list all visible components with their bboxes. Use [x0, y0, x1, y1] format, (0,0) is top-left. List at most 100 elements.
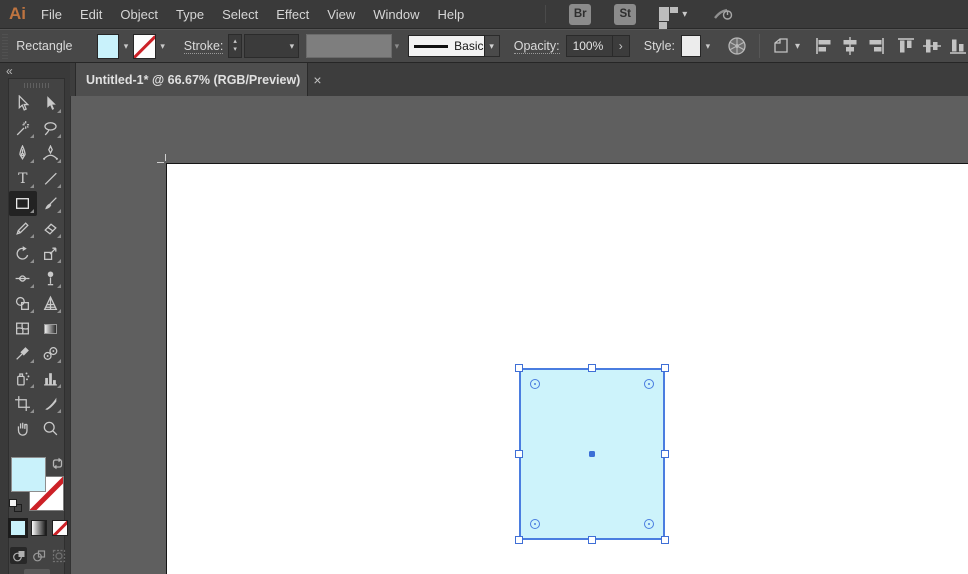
tool-type[interactable]: T [9, 166, 37, 191]
handle-bottom-left[interactable] [515, 536, 523, 544]
tool-scale[interactable] [37, 241, 65, 266]
control-bar-grip[interactable] [2, 33, 9, 59]
tool-shape-builder[interactable] [9, 291, 37, 316]
draw-normal-button[interactable] [10, 547, 27, 564]
tab-close-icon[interactable]: × [313, 72, 321, 88]
draw-behind-button[interactable] [30, 547, 47, 564]
stroke-chevron-down-icon[interactable]: ▾ [156, 41, 170, 52]
corner-radius-widget[interactable] [644, 379, 654, 389]
tool-width[interactable] [9, 266, 37, 291]
tool-eyedropper[interactable] [9, 341, 37, 366]
tool-paintbrush[interactable] [37, 191, 65, 216]
menu-help[interactable]: Help [428, 0, 473, 29]
style-chevron-down-icon[interactable]: ▾ [701, 41, 715, 52]
selected-rectangle[interactable] [515, 364, 669, 544]
stepper-up-icon[interactable]: ▴ [233, 38, 237, 46]
brush-definition-dropdown[interactable]: Basic [408, 35, 485, 57]
handle-middle-left[interactable] [515, 450, 523, 458]
gpu-performance-icon[interactable] [713, 5, 733, 23]
tools-panel-grip[interactable] [23, 83, 50, 88]
tool-rotate[interactable] [9, 241, 37, 266]
tool-slice[interactable] [37, 391, 65, 416]
handle-top-left[interactable] [515, 364, 523, 372]
opacity-flyout-icon[interactable]: › [611, 36, 629, 56]
align-vcenter-icon[interactable] [922, 36, 942, 56]
none-mode-button[interactable] [52, 520, 68, 536]
tool-column-graph[interactable] [37, 366, 65, 391]
workspace-layout-icon[interactable] [659, 7, 679, 29]
align-right-icon[interactable] [866, 36, 886, 56]
draw-inside-button[interactable] [50, 547, 67, 564]
default-fill-stroke-icon[interactable] [9, 499, 22, 512]
handle-top-center[interactable] [588, 364, 596, 372]
swap-fill-stroke-icon[interactable] [51, 457, 64, 475]
canvas-pasteboard[interactable] [70, 96, 968, 574]
tool-pencil[interactable] [9, 216, 37, 241]
menu-effect[interactable]: Effect [267, 0, 318, 29]
workspace-chevron-down-icon[interactable]: ▾ [682, 9, 687, 20]
stock-button[interactable]: St [614, 3, 637, 25]
corner-radius-widget[interactable] [530, 379, 540, 389]
tool-curvature[interactable] [37, 141, 65, 166]
shape-menu-chevron-icon[interactable]: ▾ [795, 41, 800, 52]
tool-selection[interactable] [9, 91, 37, 116]
illustrator-window: Ai File Edit Object Type Select Effect V… [0, 0, 968, 574]
tool-eraser[interactable] [37, 216, 65, 241]
opacity-field[interactable]: 100% › [565, 35, 630, 57]
opacity-value[interactable]: 100% [567, 39, 612, 53]
color-mode-button[interactable] [10, 520, 26, 536]
align-bottom-icon[interactable] [948, 36, 968, 56]
tool-zoom[interactable] [37, 416, 65, 441]
menu-type[interactable]: Type [167, 0, 213, 29]
menu-window[interactable]: Window [364, 0, 428, 29]
handle-middle-right[interactable] [661, 450, 669, 458]
tool-magic-wand[interactable] [9, 116, 37, 141]
tool-pen[interactable] [9, 141, 37, 166]
stepper-down-icon[interactable]: ▾ [233, 46, 237, 54]
tool-mesh[interactable] [9, 316, 37, 341]
align-top-icon[interactable] [896, 36, 916, 56]
tool-direct-selection[interactable] [37, 91, 65, 116]
tool-rectangle[interactable] [9, 191, 37, 216]
tool-line-segment[interactable] [37, 166, 65, 191]
tool-lasso[interactable] [37, 116, 65, 141]
graphic-style-swatch[interactable] [681, 35, 701, 57]
corner-radius-widget[interactable] [644, 519, 654, 529]
stroke-label[interactable]: Stroke: [183, 39, 224, 54]
menu-object[interactable]: Object [111, 0, 167, 29]
menu-view[interactable]: View [318, 0, 364, 29]
tool-artboard[interactable] [9, 391, 37, 416]
tool-symbol-sprayer[interactable] [9, 366, 37, 391]
corner-radius-widget[interactable] [530, 519, 540, 529]
menu-file[interactable]: File [32, 0, 71, 29]
recolor-artwork-icon[interactable] [727, 36, 747, 56]
bridge-button[interactable]: Br [569, 3, 592, 25]
tool-hand[interactable] [9, 416, 37, 441]
tool-blend[interactable] [37, 341, 65, 366]
stroke-color-swatch[interactable] [133, 33, 156, 59]
toolbar-collapse-button[interactable]: « [6, 64, 13, 78]
handle-top-right[interactable] [661, 364, 669, 372]
brush-chevron-down-icon[interactable]: ▾ [484, 35, 500, 57]
tool-gradient[interactable] [37, 316, 65, 341]
document-tab[interactable]: Untitled-1* @ 66.67% (RGB/Preview) × [75, 63, 322, 96]
paint-mode-row [10, 520, 68, 536]
stroke-weight-stepper[interactable]: ▴ ▾ [228, 34, 242, 58]
screen-mode-button[interactable] [23, 569, 50, 574]
object-center-point[interactable] [589, 451, 595, 457]
align-left-icon[interactable] [814, 36, 834, 56]
align-center-icon[interactable] [840, 36, 860, 56]
shape-menu-icon[interactable] [771, 36, 791, 56]
menu-select[interactable]: Select [213, 0, 267, 29]
menu-edit[interactable]: Edit [71, 0, 111, 29]
handle-bottom-right[interactable] [661, 536, 669, 544]
fill-proxy-swatch[interactable] [11, 457, 46, 492]
tool-perspective-grid[interactable] [37, 291, 65, 316]
gradient-mode-button[interactable] [31, 520, 47, 536]
fill-chevron-down-icon[interactable]: ▾ [119, 41, 133, 52]
opacity-label[interactable]: Opacity: [513, 39, 560, 54]
handle-bottom-center[interactable] [588, 536, 596, 544]
fill-color-swatch[interactable] [96, 33, 119, 59]
tool-puppet-warp[interactable] [37, 266, 65, 291]
stroke-weight-dropdown[interactable]: ▾ [243, 34, 300, 58]
